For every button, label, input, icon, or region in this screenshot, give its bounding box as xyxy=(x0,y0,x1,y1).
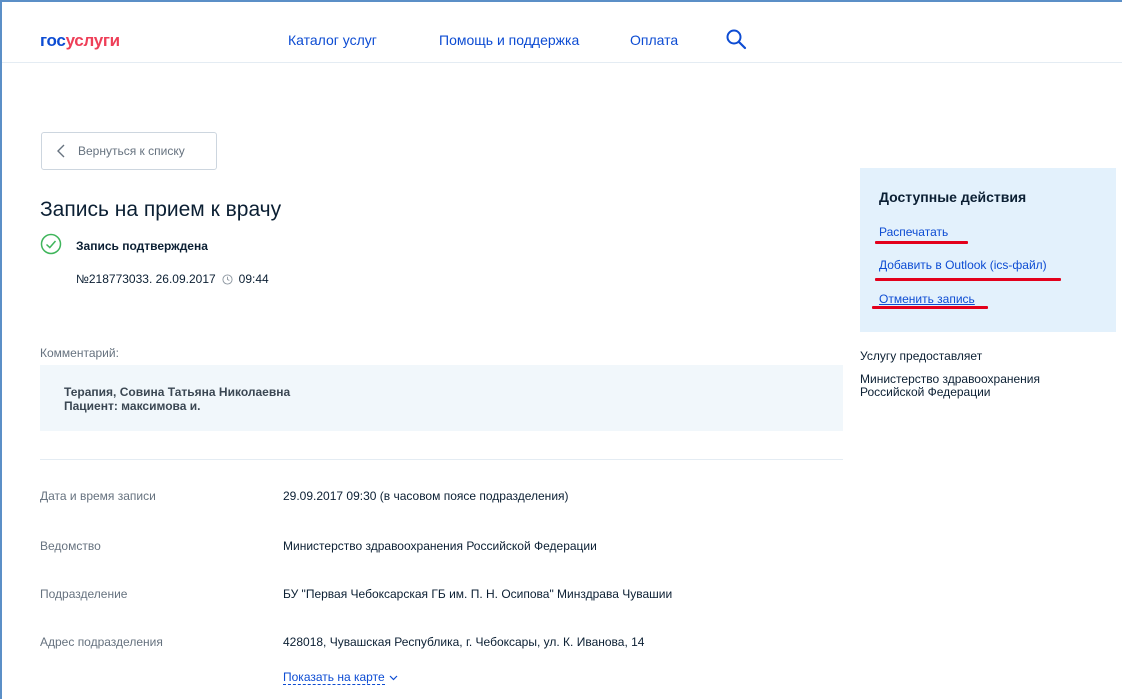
add-to-outlook-link[interactable]: Добавить в Outlook (ics-файл) xyxy=(879,258,1047,272)
available-actions-panel: Доступные действия Распечатать Добавить … xyxy=(860,168,1116,332)
site-header: госуслуги Каталог услуг Помощь и поддерж… xyxy=(2,2,1122,63)
cancel-booking-link[interactable]: Отменить запись xyxy=(879,292,975,306)
chevron-down-icon xyxy=(389,675,398,680)
nav-help[interactable]: Помощь и поддержка xyxy=(439,32,579,48)
window-frame-left xyxy=(0,0,2,699)
comment-label: Комментарий: xyxy=(40,346,119,360)
back-to-list-button[interactable]: Вернуться к списку xyxy=(41,132,217,170)
provider-label: Услугу предоставляет xyxy=(860,349,983,363)
back-button-label: Вернуться к списку xyxy=(78,144,185,158)
gosuslugi-logo[interactable]: госуслуги xyxy=(40,31,120,51)
section-divider xyxy=(40,459,843,460)
detail-value-datetime: 29.09.2017 09:30 (в часовом поясе подраз… xyxy=(283,489,569,503)
highlight-underline xyxy=(875,278,1061,281)
record-time: 09:44 xyxy=(238,272,269,286)
print-link[interactable]: Распечатать xyxy=(879,225,948,239)
logo-part-2: услуги xyxy=(65,31,121,50)
highlight-underline xyxy=(875,241,968,244)
chevron-left-icon xyxy=(57,144,65,158)
record-meta: №218773033. 26.09.2017 09:44 xyxy=(76,272,269,286)
detail-value-agency: Министерство здравоохранения Российской … xyxy=(283,539,597,553)
show-on-map-link[interactable]: Показать на карте xyxy=(283,670,398,685)
logo-part-1: гос xyxy=(40,31,66,50)
show-on-map-label: Показать на карте xyxy=(283,670,385,685)
comment-box: Терапия, Совина Татьяна Николаевна Пацие… xyxy=(40,365,843,431)
actions-title: Доступные действия xyxy=(879,189,1027,205)
detail-label-address: Адрес подразделения xyxy=(40,635,163,649)
detail-value-address: 428018, Чувашская Республика, г. Чебокса… xyxy=(283,635,645,649)
nav-payment[interactable]: Оплата xyxy=(630,32,678,48)
check-circle-icon xyxy=(40,233,62,255)
page-title: Запись на прием к врачу xyxy=(40,198,282,221)
comment-line-doctor: Терапия, Совина Татьяна Николаевна xyxy=(64,385,291,399)
clock-icon xyxy=(222,273,233,285)
search-icon[interactable] xyxy=(724,27,748,51)
comment-line-patient: Пациент: максимова и. xyxy=(64,399,201,413)
detail-label-division: Подразделение xyxy=(40,587,128,601)
status-confirmed: Запись подтверждена xyxy=(76,239,208,253)
nav-catalog[interactable]: Каталог услуг xyxy=(288,32,377,48)
record-number: №218773033. 26.09.2017 xyxy=(76,272,216,286)
provider-name: Министерство здравоохранения Российской … xyxy=(860,372,1040,399)
highlight-underline xyxy=(872,306,988,309)
detail-value-division: БУ "Первая Чебоксарская ГБ им. П. Н. Оси… xyxy=(283,587,673,601)
detail-label-agency: Ведомство xyxy=(40,539,101,553)
detail-label-datetime: Дата и время записи xyxy=(40,489,156,503)
